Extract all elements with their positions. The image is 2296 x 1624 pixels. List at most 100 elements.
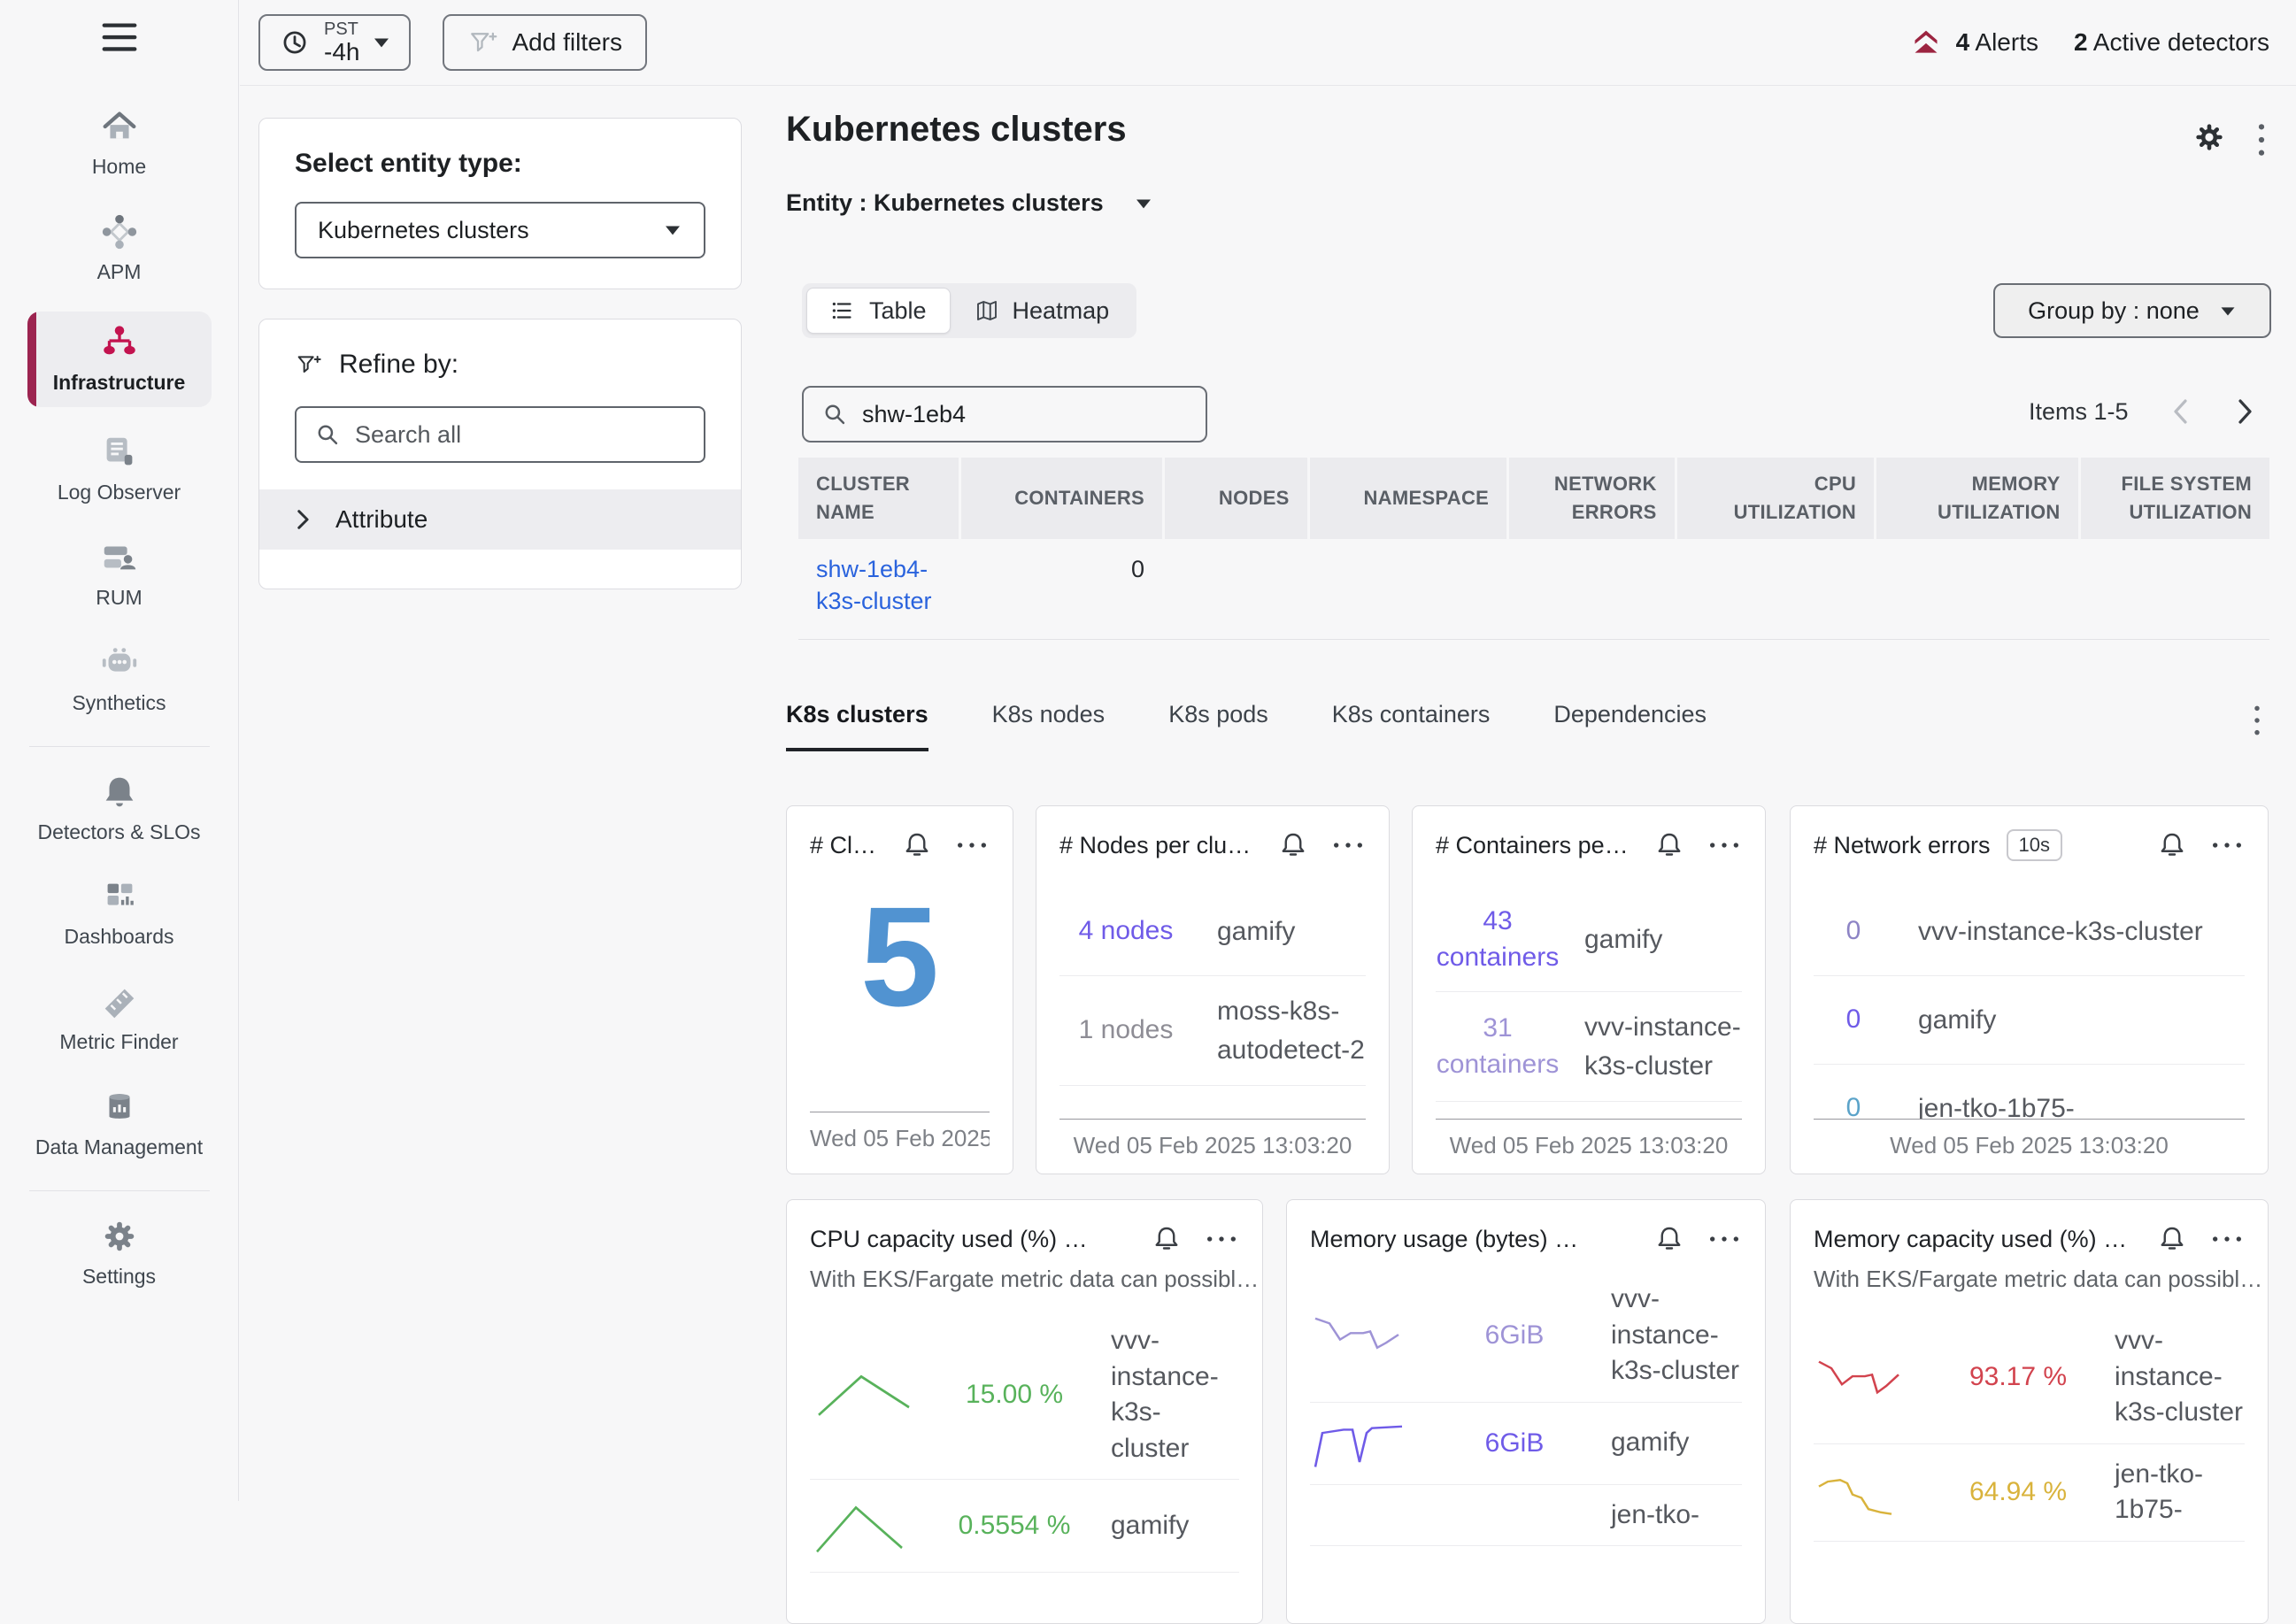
settings-gear-icon xyxy=(99,1216,140,1257)
metric-entity-name: gamify xyxy=(1590,1425,1742,1461)
column-header[interactable]: NAMESPACE xyxy=(1310,458,1506,539)
home-icon xyxy=(99,106,140,147)
bell-icon[interactable] xyxy=(1653,829,1685,861)
table-header-row: CLUSTER NAME CONTAINERS NODES NAMESPACE … xyxy=(798,458,2269,539)
detectors-bell-icon xyxy=(99,772,140,812)
table-row-divider xyxy=(798,639,2269,640)
kebab-menu-icon[interactable] xyxy=(1707,1234,1742,1244)
stat-row[interactable]: 0 vvv-instance-k3s-cluster xyxy=(1814,888,2245,976)
tab-table-view[interactable]: Table xyxy=(806,288,951,334)
entity-selector[interactable]: Entity : Kubernetes clusters xyxy=(786,189,1153,217)
footer-divider xyxy=(1059,1119,1366,1120)
sidebar-item-settings[interactable]: Settings xyxy=(18,1211,221,1297)
list-icon xyxy=(830,297,857,324)
tab-heatmap-view[interactable]: Heatmap xyxy=(951,288,1133,334)
bell-icon[interactable] xyxy=(1653,1223,1685,1255)
kebab-menu-icon[interactable] xyxy=(2209,840,2245,850)
metric-entity-name: jen-tko- xyxy=(1590,1497,1742,1534)
search-icon xyxy=(312,419,343,450)
kebab-menu-icon[interactable] xyxy=(1330,840,1366,850)
column-header[interactable]: FILE SYSTEM UTILIZATION xyxy=(2081,458,2269,539)
attribute-expander[interactable]: Attribute xyxy=(259,489,741,550)
group-by-label: Group by : none xyxy=(2028,297,2200,325)
bell-icon[interactable] xyxy=(901,829,933,861)
tabs-kebab-menu-icon[interactable] xyxy=(2252,703,2262,738)
metric-row[interactable]: 6GiB gamify xyxy=(1310,1403,1742,1485)
bell-icon[interactable] xyxy=(1151,1223,1183,1255)
add-filters-button[interactable]: Add filters xyxy=(443,14,647,71)
sidebar-item-apm[interactable]: APM xyxy=(18,206,221,292)
kebab-menu-icon[interactable] xyxy=(1707,840,1742,850)
card-timestamp: Wed 05 Feb 2025 13:03:20 xyxy=(1059,1132,1366,1159)
column-header[interactable]: CLUSTER NAME xyxy=(798,458,959,539)
page-kebab-menu-icon[interactable] xyxy=(2255,120,2268,159)
clusters-table: CLUSTER NAME CONTAINERS NODES NAMESPACE … xyxy=(798,458,2269,640)
sidebar-item-data-management[interactable]: Data Management xyxy=(18,1081,221,1167)
metric-row[interactable]: 0.5554 % gamify xyxy=(810,1480,1239,1573)
sidebar-item-metric-finder[interactable]: Metric Finder xyxy=(18,976,221,1062)
sidebar-item-infrastructure[interactable]: Infrastructure xyxy=(27,312,212,408)
kebab-menu-icon[interactable] xyxy=(2209,1234,2245,1244)
kebab-menu-icon[interactable] xyxy=(1204,1234,1239,1244)
card-cpu-capacity-used: CPU capacity used (%) … With EKS/Fargate… xyxy=(786,1199,1263,1624)
tab-k8s-nodes[interactable]: K8s nodes xyxy=(992,701,1106,751)
bell-icon[interactable] xyxy=(2156,829,2188,861)
stat-row[interactable]: 31 containers vvv-instance-k3s-cluster xyxy=(1436,992,1742,1102)
footer-divider xyxy=(1814,1119,2245,1120)
metric-finder-ruler-icon xyxy=(99,981,140,1022)
page-title: Kubernetes clusters xyxy=(786,110,1127,150)
add-filters-label: Add filters xyxy=(512,28,622,57)
tab-k8s-containers[interactable]: K8s containers xyxy=(1332,701,1491,751)
sidebar-item-detectors-slos[interactable]: Detectors & SLOs xyxy=(18,766,221,852)
sidebar-item-log-observer[interactable]: Log Observer xyxy=(18,427,221,512)
cluster-name-link[interactable]: shw-1eb4-k3s-cluster xyxy=(816,556,932,614)
tab-dependencies[interactable]: Dependencies xyxy=(1553,701,1707,751)
pagination-prev-icon[interactable] xyxy=(2169,396,2192,427)
stat-row[interactable]: 1 nodes moss-k8s-autodetect-2 xyxy=(1059,976,1366,1086)
sidebar-item-home[interactable]: Home xyxy=(18,101,221,187)
tab-k8s-clusters[interactable]: K8s clusters xyxy=(786,701,928,751)
column-header[interactable]: MEMORY UTILIZATION xyxy=(1876,458,2077,539)
metric-value: 64.94 % xyxy=(1943,1477,2093,1507)
bell-icon[interactable] xyxy=(2156,1223,2188,1255)
sidebar-item-label: Log Observer xyxy=(58,480,181,505)
column-header[interactable]: CONTAINERS xyxy=(961,458,1162,539)
sparkline xyxy=(1310,1415,1416,1472)
column-header[interactable]: NODES xyxy=(1165,458,1307,539)
stat-row[interactable]: 0 gamify xyxy=(1814,976,2245,1065)
table-search-input[interactable] xyxy=(862,401,1190,428)
table-row: shw-1eb4-k3s-cluster 0 xyxy=(798,539,2269,627)
table-search-box xyxy=(802,386,1207,443)
stat-row[interactable]: 43 containers gamify xyxy=(1436,888,1742,992)
group-by-select[interactable]: Group by : none xyxy=(1993,283,2271,338)
tab-k8s-pods[interactable]: K8s pods xyxy=(1168,701,1268,751)
sidebar-item-dashboards[interactable]: Dashboards xyxy=(18,871,221,957)
refine-search-input[interactable] xyxy=(355,421,688,449)
metric-row[interactable]: jen-tko- xyxy=(1310,1485,1742,1547)
attribute-label: Attribute xyxy=(335,505,428,534)
page-settings-gear-icon[interactable] xyxy=(2190,118,2229,157)
metric-row[interactable]: 15.00 % vvv-instance-k3s-cluster xyxy=(810,1311,1239,1480)
sidebar-item-rum[interactable]: RUM xyxy=(18,532,221,618)
column-header[interactable]: CPU UTILIZATION xyxy=(1677,458,1874,539)
card-network-errors: # Network errors 10s 0 vvv-instance-k3s-… xyxy=(1790,805,2269,1174)
stat-row[interactable]: 4 nodes gamify xyxy=(1059,888,1366,976)
sidebar-item-synthetics[interactable]: Synthetics xyxy=(18,637,221,723)
synthetics-icon xyxy=(99,643,140,683)
kebab-menu-icon[interactable] xyxy=(954,840,990,850)
bell-icon[interactable] xyxy=(1277,829,1309,861)
hamburger-menu-icon[interactable] xyxy=(99,19,140,57)
time-range-picker[interactable]: PST -4h xyxy=(258,14,411,71)
entity-type-select[interactable]: Kubernetes clusters xyxy=(295,202,705,258)
column-header[interactable]: NETWORK ERRORS xyxy=(1509,458,1675,539)
stat-entity-name: vvv-instance-k3s-cluster xyxy=(1893,912,2245,951)
metric-value: 15.00 % xyxy=(939,1380,1090,1410)
metric-entity-name: jen-tko-1b75- xyxy=(2093,1457,2245,1528)
metric-row[interactable]: 6GiB vvv-instance-k3s-cluster xyxy=(1310,1269,1742,1403)
metric-row[interactable]: 93.17 % vvv-instance-k3s-cluster xyxy=(1814,1311,2245,1444)
pagination-next-icon[interactable] xyxy=(2233,396,2256,427)
card-subtitle: With EKS/Fargate metric data can possibl… xyxy=(787,1266,1262,1293)
card-timestamp: Wed 05 Feb 2025 13:03:20 xyxy=(1436,1132,1742,1159)
metric-row[interactable]: 64.94 % jen-tko-1b75- xyxy=(1814,1444,2245,1542)
metric-value: 6GiB xyxy=(1439,1428,1590,1459)
